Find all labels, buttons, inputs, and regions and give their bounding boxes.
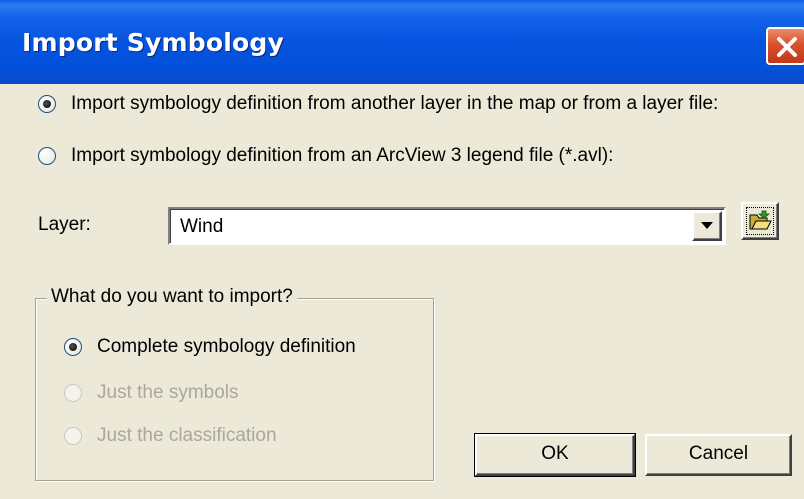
layer-select-value[interactable]: Wind: [180, 216, 224, 238]
option-complete-definition-label[interactable]: Complete symbology definition: [97, 336, 356, 358]
option-from-legend-radio[interactable]: [38, 147, 56, 165]
option-just-classification-label: Just the classification: [97, 425, 277, 446]
option-from-layer[interactable]: Import symbology definition from another…: [38, 89, 718, 119]
option-just-classification-radio: [64, 427, 82, 445]
folder-open-icon: [749, 210, 772, 230]
option-just-classification: Just the classification: [64, 421, 277, 451]
option-complete-definition-radio[interactable]: [64, 338, 82, 356]
option-just-symbols: Just the symbols: [64, 378, 239, 408]
option-from-legend-label[interactable]: Import symbology definition from an ArcV…: [71, 145, 613, 167]
cancel-button[interactable]: Cancel: [645, 434, 792, 476]
option-just-symbols-radio: [64, 384, 82, 402]
layer-dropdown-button[interactable]: [692, 211, 722, 241]
title-bar[interactable]: Import Symbology: [0, 0, 804, 84]
option-from-layer-label[interactable]: Import symbology definition from another…: [71, 93, 718, 115]
import-symbology-dialog: Import Symbology Import symbology defini…: [0, 0, 804, 499]
close-button[interactable]: [766, 27, 804, 65]
chevron-down-icon: [701, 222, 713, 229]
option-complete-definition[interactable]: Complete symbology definition: [64, 332, 356, 362]
option-from-layer-radio[interactable]: [38, 95, 56, 113]
dialog-title: Import Symbology: [22, 28, 284, 57]
option-from-legend[interactable]: Import symbology definition from an ArcV…: [38, 141, 613, 171]
close-icon: [777, 37, 797, 57]
option-just-symbols-label: Just the symbols: [97, 382, 239, 403]
ok-button[interactable]: OK: [474, 433, 636, 477]
import-options-group-label: What do you want to import?: [47, 286, 297, 308]
layer-select[interactable]: Wind: [168, 207, 726, 245]
layer-label: Layer:: [38, 214, 91, 235]
browse-layer-file-button[interactable]: [741, 202, 779, 240]
